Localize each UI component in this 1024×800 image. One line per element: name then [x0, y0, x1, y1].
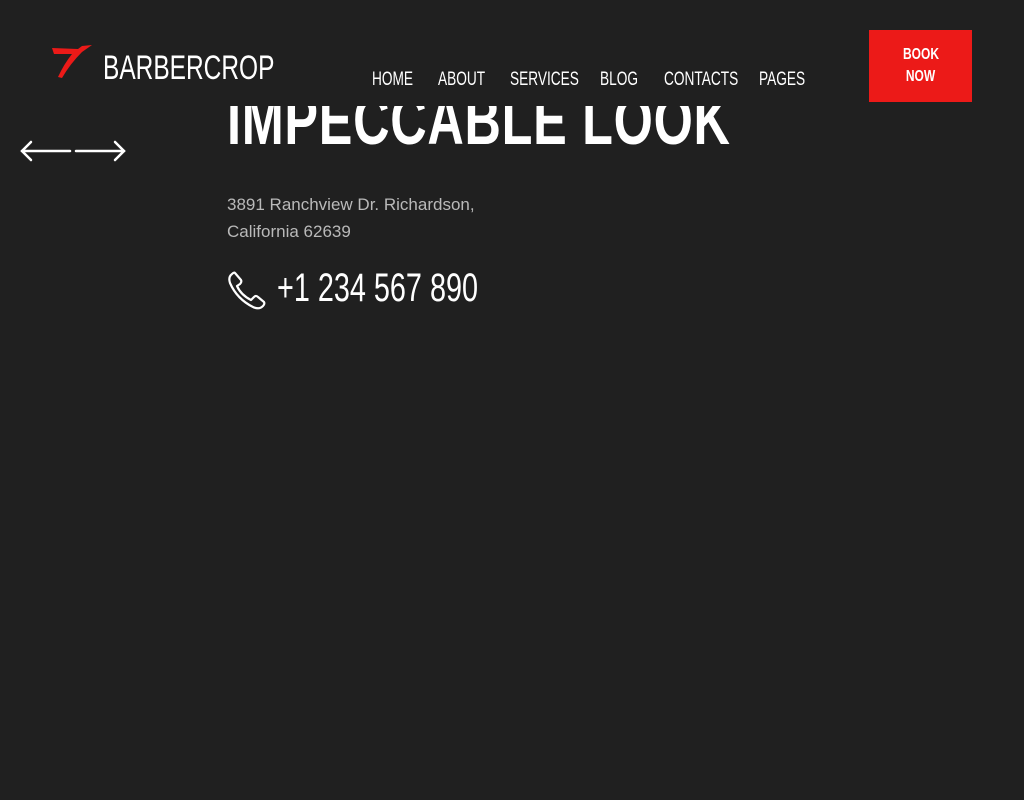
nav-contacts[interactable]: CONTACTS [664, 68, 767, 92]
razor-icon [52, 45, 92, 78]
nav-blog[interactable]: BLOG [600, 68, 653, 92]
arrow-left-icon[interactable] [20, 140, 72, 162]
book-now-button[interactable]: BOOK NOW [869, 30, 972, 102]
hero-title-clip: IMPECCABLE LOOK [0, 106, 1024, 166]
address: 3891 Ranchview Dr. Richardson, Californi… [227, 195, 475, 241]
phone-icon [228, 271, 266, 310]
phone-number[interactable]: +1 234 567 890 [277, 268, 556, 308]
nav-about[interactable]: ABOUT [438, 68, 503, 92]
nav-services[interactable]: SERVICES [510, 68, 606, 92]
slider-arrows [20, 140, 126, 169]
logo[interactable]: BARBERCROP [52, 44, 274, 87]
brand-name: BARBERCROP [103, 49, 275, 87]
arrow-right-icon[interactable] [74, 140, 126, 162]
nav-home[interactable]: HOME [372, 68, 429, 92]
phone-block[interactable]: +1 234 567 890 [227, 268, 478, 310]
nav-pages[interactable]: PAGES [759, 68, 823, 92]
hero-title: IMPECCABLE LOOK [227, 106, 731, 159]
